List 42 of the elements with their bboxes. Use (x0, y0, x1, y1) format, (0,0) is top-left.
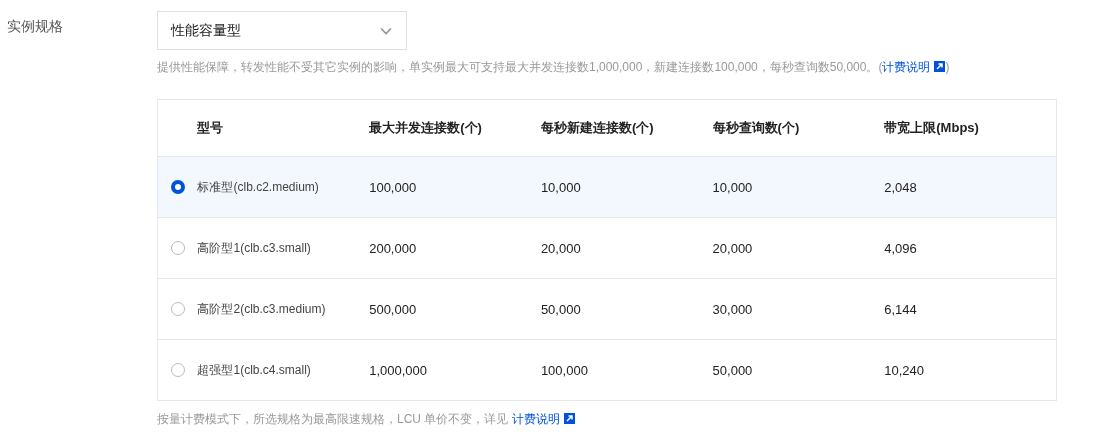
table-cell-text: 1,000,000 (369, 362, 428, 378)
billing-link[interactable]: 计费说明 (511, 412, 575, 426)
table-cell-text: 2,048 (884, 179, 918, 195)
column-header: 型号 (197, 119, 225, 137)
table-cell-text: 200,000 (369, 240, 418, 256)
table-row[interactable]: 超强型1(clb.c4.small) 1,000,000 100,000 50,000 10,240 (158, 340, 1056, 400)
radio-button[interactable] (170, 363, 185, 377)
table-cell-text: 50,000 (712, 362, 754, 378)
table-cell-text: 20,000 (540, 240, 582, 256)
radio-button[interactable] (170, 180, 185, 194)
table-cell-text: 标准型(clb.c2.medium) (197, 178, 320, 196)
instance-type-dropdown[interactable]: 性能容量型 (157, 11, 407, 50)
table-cell-text: 100,000 (369, 179, 418, 195)
table-cell-text: 50,000 (540, 301, 582, 317)
table-cell-text: 10,240 (884, 362, 926, 378)
radio-button[interactable] (170, 241, 185, 255)
radio-button[interactable] (170, 302, 185, 316)
external-link-icon (563, 413, 575, 424)
table-cell-text: 20,000 (712, 240, 754, 256)
table-row[interactable]: 高阶型2(clb.c3.medium) 500,000 50,000 30,000 6,144 (158, 279, 1056, 340)
table-row[interactable]: 高阶型1(clb.c3.small) 200,000 20,000 20,000 4,096 (158, 218, 1056, 279)
table-cell-text: 超强型1(clb.c4.small) (197, 361, 312, 379)
table-cell-text: 6,144 (884, 301, 918, 317)
column-header: 带宽上限(Mbps) (884, 119, 980, 137)
table-row[interactable]: 标准型(clb.c2.medium) 100,000 10,000 10,000 2,048 (158, 157, 1056, 218)
external-link-icon (934, 61, 946, 72)
table-cell-text: 10,000 (540, 179, 582, 195)
table-cell-text: 10,000 (712, 179, 754, 195)
table-cell-text: 高阶型1(clb.c3.small) (197, 239, 312, 257)
column-header: 最大并发连接数(个) (369, 119, 483, 137)
footer-note: 按量计费模式下，所选规格为最高限速规格，LCU 单价不变，详见 计费说明 (157, 411, 1057, 427)
chevron-down-icon (380, 26, 392, 35)
field-label: 实例规格 (7, 18, 63, 34)
table-cell-text: 100,000 (540, 362, 589, 378)
billing-link[interactable]: 计费说明 (882, 60, 946, 74)
table-cell-text: 高阶型2(clb.c3.medium) (197, 300, 327, 318)
column-header: 每秒查询数(个) (712, 119, 801, 137)
table-cell-text: 4,096 (884, 240, 918, 256)
hint-text: 提供性能保障，转发性能不受其它实例的影响，单实例最大可支持最大并发连接数1,000,000，新建连接数100,000，每秒查询数50,000。(计费说明 ) (157, 59, 951, 75)
table-cell-text: 30,000 (712, 301, 754, 317)
column-header: 每秒新建连接数(个) (540, 119, 655, 137)
table-cell-text: 500,000 (369, 301, 418, 317)
